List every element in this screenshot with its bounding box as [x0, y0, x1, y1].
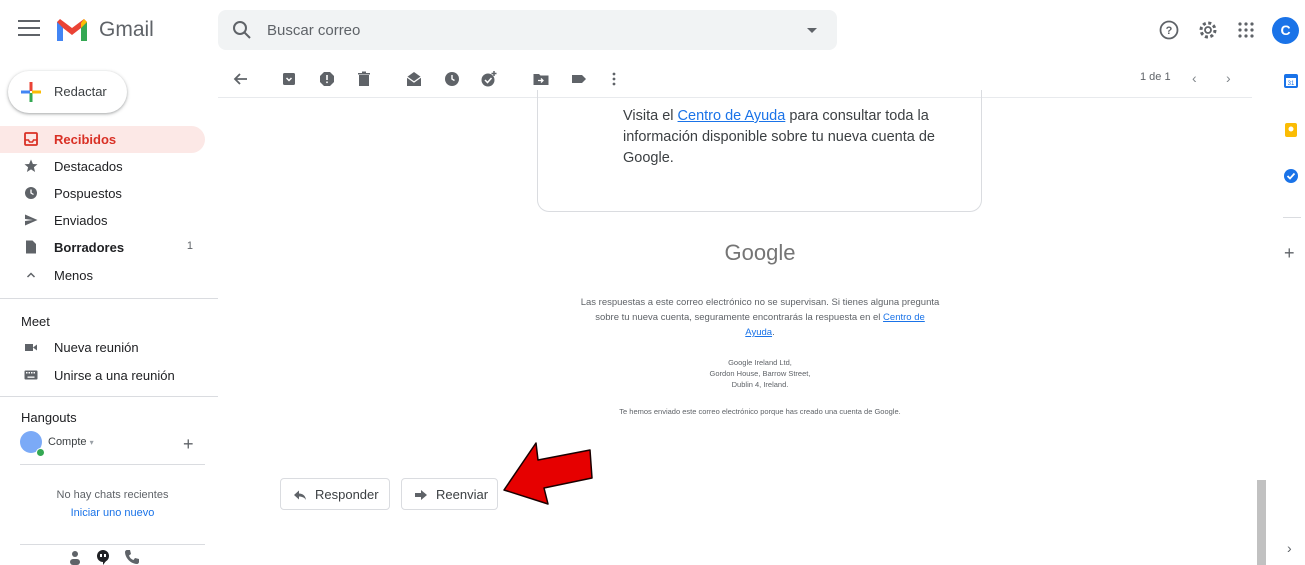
- more-options-icon[interactable]: [605, 70, 623, 88]
- hangouts-chat-icon[interactable]: [95, 549, 111, 565]
- sidebar-item-label: Destacados: [54, 159, 123, 174]
- new-chat-plus-icon[interactable]: +: [183, 434, 194, 455]
- footer-notice: Las respuestas a este correo electrónico…: [580, 295, 940, 340]
- footer-p1-after: .: [772, 327, 775, 338]
- app-name: Gmail: [99, 18, 154, 41]
- online-status-icon: [36, 448, 45, 457]
- move-to-folder-icon[interactable]: [532, 70, 550, 88]
- bottom-divider: [20, 544, 205, 545]
- phone-icon[interactable]: [124, 549, 140, 565]
- inbox-icon: [24, 132, 38, 146]
- sidebar-item-drafts[interactable]: Borradores 1: [0, 234, 205, 261]
- sidebar-item-snoozed[interactable]: Pospuestos: [0, 180, 205, 207]
- sidebar-item-label: Enviados: [54, 213, 108, 228]
- sidebar-item-sent[interactable]: Enviados: [0, 207, 205, 234]
- sidebar-item-starred[interactable]: Destacados: [0, 153, 205, 180]
- help-center-link[interactable]: Centro de Ayuda: [678, 108, 786, 124]
- meet-join-meeting[interactable]: Unirse a una reunión: [0, 362, 205, 389]
- start-new-chat-link[interactable]: Iniciar uno nuevo: [0, 507, 225, 519]
- address-line: Google Ireland Ltd,: [728, 358, 792, 367]
- new-meeting-label: Nueva reunión: [54, 340, 139, 355]
- sidebar-item-less[interactable]: Menos: [0, 262, 205, 289]
- scrollbar-thumb[interactable]: [1257, 480, 1266, 565]
- mark-unread-icon[interactable]: [405, 70, 423, 88]
- apps-grid-icon[interactable]: [1234, 18, 1258, 42]
- report-spam-icon[interactable]: [318, 70, 336, 88]
- compose-button[interactable]: Redactar: [8, 71, 127, 113]
- hangouts-divider: [20, 464, 205, 465]
- sidebar-divider: [0, 298, 218, 299]
- meet-title: Meet: [21, 314, 50, 329]
- draft-file-icon: [26, 240, 36, 254]
- no-chats-text: No hay chats recientes: [56, 489, 169, 501]
- settings-gear-icon[interactable]: [1196, 18, 1220, 42]
- contacts-person-icon[interactable]: [67, 549, 83, 565]
- compose-label: Redactar: [54, 84, 107, 99]
- forward-label: Reenviar: [436, 487, 489, 502]
- help-icon[interactable]: ?: [1157, 18, 1181, 42]
- meet-new-meeting[interactable]: Nueva reunión: [0, 334, 205, 361]
- reply-label: Responder: [315, 487, 379, 502]
- sidebar-item-label: Borradores: [54, 240, 125, 255]
- sidebar-divider: [0, 396, 218, 397]
- pagination-text: 1 de 1: [1140, 71, 1171, 83]
- footer-reason: Te hemos enviado este correo electrónico…: [619, 407, 901, 416]
- footer-address: Google Ireland Ltd, Gordon House, Barrow…: [580, 357, 940, 390]
- clock-icon: [25, 187, 37, 199]
- reply-button[interactable]: Responder: [280, 478, 390, 510]
- compose-plus-icon: [21, 82, 41, 102]
- red-pointer-arrow-icon: [503, 442, 593, 505]
- top-bar: Gmail Buscar correo ? C: [0, 0, 1305, 62]
- search-icon[interactable]: [232, 20, 252, 40]
- sidebar-item-label: Pospuestos: [54, 186, 122, 201]
- video-camera-icon: [25, 344, 37, 351]
- address-line: Gordon House, Barrow Street,: [709, 369, 811, 378]
- drafts-count: 1: [186, 240, 193, 252]
- forward-arrow-icon: [415, 490, 427, 500]
- search-input[interactable]: Buscar correo: [267, 22, 360, 39]
- chevron-left-icon[interactable]: ‹: [1192, 70, 1197, 86]
- chevron-up-icon: [26, 272, 36, 278]
- star-icon: [24, 159, 38, 172]
- archive-icon[interactable]: [280, 70, 298, 88]
- expand-panel-chevron-icon[interactable]: ›: [1287, 540, 1292, 556]
- chevron-right-icon[interactable]: ›: [1226, 70, 1231, 86]
- keep-notes-icon[interactable]: [1283, 122, 1299, 138]
- delete-trash-icon[interactable]: [355, 70, 373, 88]
- hangouts-title: Hangouts: [21, 410, 77, 425]
- reply-arrow-icon: [294, 490, 306, 500]
- hangouts-user-name[interactable]: Compte ▾: [48, 436, 94, 448]
- sidebar-item-label: Menos: [54, 268, 94, 283]
- card-text-before: Visita el: [623, 108, 678, 124]
- google-brand-text: Google: [724, 240, 796, 265]
- calendar-icon[interactable]: 31: [1283, 73, 1299, 89]
- address-line: Dublin 4, Ireland.: [731, 380, 789, 389]
- sidebar-item-inbox[interactable]: Recibidos: [0, 126, 205, 153]
- rail-divider: [1283, 217, 1301, 218]
- tasks-icon[interactable]: [1283, 168, 1299, 184]
- add-task-icon[interactable]: [480, 70, 498, 88]
- gmail-logo-icon[interactable]: [55, 17, 89, 43]
- hangouts-user-label: Compte: [48, 436, 87, 448]
- search-options-icon[interactable]: [807, 28, 817, 33]
- label-tag-icon[interactable]: [570, 70, 588, 88]
- caret-down-icon: ▾: [89, 438, 94, 447]
- keyboard-icon: [24, 370, 38, 380]
- forward-button[interactable]: Reenviar: [401, 478, 498, 510]
- svg-text:31: 31: [1288, 81, 1295, 87]
- send-icon: [25, 214, 38, 226]
- search-bar[interactable]: Buscar correo: [218, 10, 837, 50]
- sidebar-item-label: Recibidos: [54, 132, 117, 147]
- account-avatar[interactable]: C: [1272, 17, 1299, 44]
- email-card-text: Visita el Centro de Ayuda para consultar…: [623, 106, 943, 169]
- main-menu-icon[interactable]: [18, 20, 40, 38]
- back-arrow-icon[interactable]: [232, 70, 250, 88]
- get-addons-plus-icon[interactable]: +: [1284, 243, 1295, 264]
- svg-text:?: ?: [1166, 25, 1173, 37]
- join-meeting-label: Unirse a una reunión: [54, 368, 175, 383]
- snooze-clock-icon[interactable]: [443, 70, 461, 88]
